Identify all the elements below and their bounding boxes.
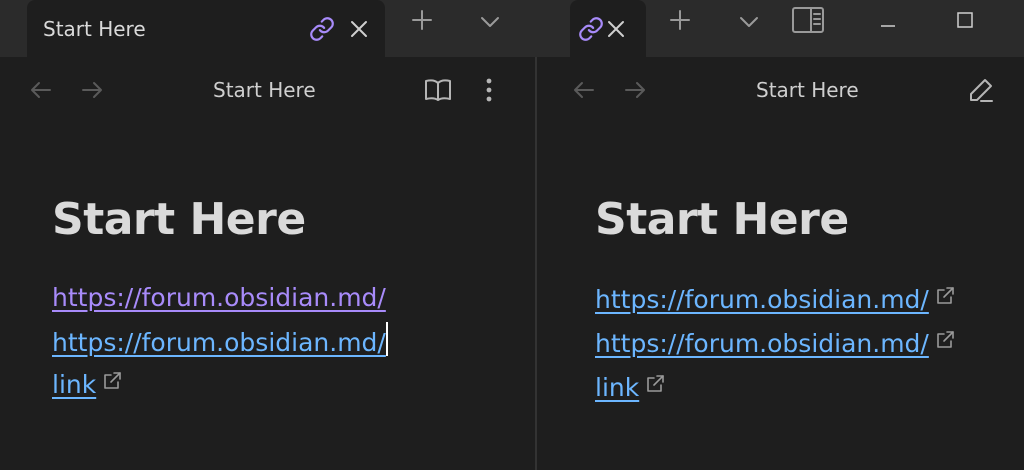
right-pane: Start Here Start Here https://forum.obsi… <box>537 57 1024 470</box>
new-tab-icon <box>411 9 433 35</box>
new-tab-icon <box>669 9 691 35</box>
minimize-button[interactable] <box>870 4 906 40</box>
edit-pencil-icon <box>968 77 994 107</box>
tab-start-here[interactable]: Start Here <box>27 0 385 57</box>
forward-button[interactable] <box>77 77 107 107</box>
edit-button[interactable] <box>964 75 998 109</box>
external-link-icon <box>645 374 665 394</box>
back-button[interactable] <box>569 77 599 107</box>
more-options-icon <box>486 78 492 106</box>
reading-view-button[interactable] <box>421 75 455 109</box>
text-link[interactable]: link <box>595 375 639 400</box>
new-tab-button[interactable] <box>662 4 698 40</box>
left-pane: Start Here Start Here https://forum.obsi… <box>0 57 535 470</box>
arrow-left-icon <box>573 81 595 103</box>
note-heading: Start Here <box>52 194 306 245</box>
tab-list-chevron-icon <box>739 13 759 32</box>
link-line: https://forum.obsidian.md/ <box>52 322 388 356</box>
link-line: link <box>595 374 665 400</box>
maximize-button[interactable] <box>947 4 983 40</box>
external-link-icon <box>935 286 955 306</box>
url-link[interactable]: https://forum.obsidian.md/ <box>595 287 929 312</box>
arrow-right-icon <box>624 81 646 103</box>
link-line: link <box>52 371 122 397</box>
text-cursor <box>385 322 388 356</box>
tab-list-button[interactable] <box>472 4 508 40</box>
forward-button[interactable] <box>620 77 650 107</box>
link-line: https://forum.obsidian.md/ <box>595 330 955 356</box>
note-heading: Start Here <box>595 194 849 245</box>
maximize-icon <box>957 12 973 32</box>
external-link-icon <box>102 371 122 391</box>
sidebar-toggle-icon <box>792 7 824 37</box>
url-link[interactable]: https://forum.obsidian.md/ <box>52 330 386 355</box>
new-tab-button[interactable] <box>404 4 440 40</box>
minimize-icon <box>880 13 896 32</box>
tab-list-chevron-icon <box>480 13 500 32</box>
arrow-right-icon <box>81 81 103 103</box>
view-title[interactable]: Start Here <box>756 78 859 102</box>
link-icon <box>578 16 604 42</box>
close-icon[interactable] <box>349 19 369 39</box>
link-line: https://forum.obsidian.md/ <box>595 286 955 312</box>
tab-right-pane[interactable] <box>570 0 646 57</box>
url-link[interactable]: https://forum.obsidian.md/ <box>52 285 386 310</box>
view-title[interactable]: Start Here <box>213 78 316 102</box>
book-open-icon <box>424 78 452 106</box>
url-link[interactable]: https://forum.obsidian.md/ <box>595 331 929 356</box>
external-link-icon <box>935 330 955 350</box>
text-link[interactable]: link <box>52 372 96 397</box>
tab-title: Start Here <box>43 16 146 41</box>
close-icon[interactable] <box>606 19 626 39</box>
link-icon <box>309 16 335 42</box>
back-button[interactable] <box>26 77 56 107</box>
sidebar-toggle-button[interactable] <box>790 4 826 40</box>
more-options-button[interactable] <box>472 75 506 109</box>
obsidian-window: Start Here Start Here Start Here https:/… <box>0 0 1024 470</box>
link-line: https://forum.obsidian.md/ <box>52 285 386 310</box>
arrow-left-icon <box>30 81 52 103</box>
tab-list-button[interactable] <box>731 4 767 40</box>
tab-strip: Start Here <box>0 0 1024 57</box>
